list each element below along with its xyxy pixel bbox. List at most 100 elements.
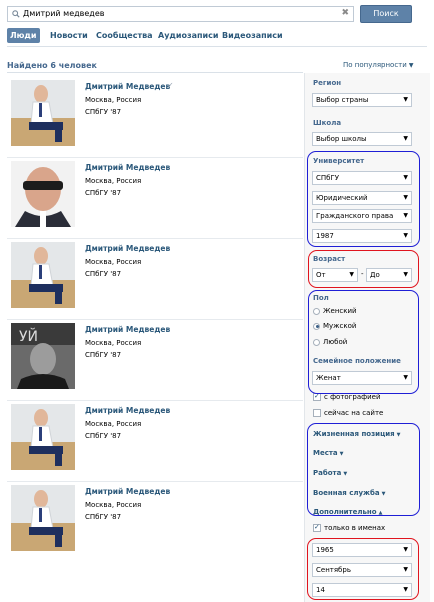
chevron-down-icon: ▼ xyxy=(339,451,344,457)
user-name-link[interactable]: Дмитрий Медведев xyxy=(85,406,170,415)
row-divider xyxy=(7,400,303,401)
chevron-down-icon: ▼ xyxy=(403,174,408,181)
sort-dropdown[interactable]: По популярности ▼ xyxy=(343,61,413,69)
user-name-link[interactable]: Дмитрий Медведев xyxy=(85,487,170,496)
age-to-value: До xyxy=(370,271,380,279)
names-only-label: только в именах xyxy=(324,524,386,532)
gender-option-label: Любой xyxy=(323,338,348,346)
search-icon xyxy=(12,10,20,18)
tabs-divider xyxy=(7,46,427,47)
gender-option-female[interactable]: Женский xyxy=(313,307,357,315)
gender-option-label: Мужской xyxy=(323,322,357,330)
faculty-select[interactable]: Юридический ▼ xyxy=(312,191,412,205)
user-name-link[interactable]: Дмитрий Медведев xyxy=(85,325,170,334)
school-value: Выбор школы xyxy=(316,135,367,143)
marital-status-label: Семейное положение xyxy=(313,357,401,365)
svg-text:УЙ: УЙ xyxy=(19,327,38,345)
chevron-down-icon: ▼ xyxy=(403,271,408,278)
places-label: Места xyxy=(313,449,338,457)
age-to-select[interactable]: До ▼ xyxy=(366,268,412,282)
online-now-checkbox[interactable]: сейчас на сайте xyxy=(313,409,383,417)
tab-news[interactable]: Новости xyxy=(50,28,88,43)
avatar[interactable] xyxy=(11,80,75,146)
user-city: Москва, Россия xyxy=(85,501,142,509)
chevron-down-icon: ▼ xyxy=(381,491,386,497)
checkbox-checked-icon xyxy=(313,523,321,532)
row-divider xyxy=(7,157,303,158)
tab-communities[interactable]: Сообщества xyxy=(96,28,153,43)
tab-video[interactable]: Видеозаписи xyxy=(222,28,283,43)
gender-label: Пол xyxy=(313,294,329,302)
birth-month-value: Сентябрь xyxy=(316,566,351,574)
user-university: СПбГУ '87 xyxy=(85,189,122,197)
user-university: СПбГУ '87 xyxy=(85,432,122,440)
radio-checked-icon xyxy=(313,322,320,330)
age-range-dash: - xyxy=(361,270,364,278)
age-label: Возраст xyxy=(313,255,346,263)
results-count: Найдено 6 человек xyxy=(7,61,97,70)
age-from-select[interactable]: От ▼ xyxy=(312,268,358,282)
work-toggle[interactable]: Работа ▼ xyxy=(313,469,347,477)
avatar[interactable] xyxy=(11,161,75,227)
names-only-checkbox[interactable]: только в именах xyxy=(313,523,386,532)
military-service-toggle[interactable]: Военная служба ▼ xyxy=(313,489,386,497)
school-select[interactable]: Выбор школы ▼ xyxy=(312,132,412,146)
gender-option-male[interactable]: Мужской xyxy=(313,322,356,330)
chevron-up-icon: ▲ xyxy=(378,510,383,516)
additional-label: Дополнительно xyxy=(313,508,377,516)
birth-year-select[interactable]: 1965 ▼ xyxy=(312,543,412,557)
search-input[interactable]: Дмитрий медведев ✖ xyxy=(7,6,354,22)
graduation-year-select[interactable]: 1987 ▼ xyxy=(312,229,412,243)
tab-audio[interactable]: Аудиозаписи xyxy=(158,28,219,43)
checkbox-checked-icon xyxy=(313,392,321,401)
region-label: Регион xyxy=(313,79,342,87)
user-university: СПбГУ '87 xyxy=(85,270,122,278)
row-divider xyxy=(7,319,303,320)
avatar[interactable] xyxy=(11,404,75,470)
user-name-link[interactable]: Дмитрий Медведев xyxy=(85,163,170,172)
birth-year-value: 1965 xyxy=(316,546,334,554)
gender-option-any[interactable]: Любой xyxy=(313,338,347,346)
row-divider xyxy=(7,481,303,482)
university-value: СПбГУ xyxy=(316,174,340,182)
close-icon[interactable]: ✖ xyxy=(341,8,349,18)
faculty-value: Юридический xyxy=(316,194,368,202)
region-select[interactable]: Выбор страны ▼ xyxy=(312,93,412,107)
radio-icon xyxy=(313,307,320,315)
chevron-down-icon: ▼ xyxy=(396,432,401,438)
with-photo-label: с фотографией xyxy=(324,393,381,401)
user-city: Москва, Россия xyxy=(85,420,142,428)
life-position-toggle[interactable]: Жизненная позиция ▼ xyxy=(313,430,401,438)
user-city: Москва, Россия xyxy=(85,96,142,104)
university-select[interactable]: СПбГУ ▼ xyxy=(312,171,412,185)
department-select[interactable]: Гражданского права ▼ xyxy=(312,209,412,223)
user-city: Москва, Россия xyxy=(85,177,142,185)
user-university: СПбГУ '87 xyxy=(85,513,122,521)
search-button[interactable]: Поиск xyxy=(360,5,412,23)
military-service-label: Военная служба xyxy=(313,489,380,497)
user-name-link[interactable]: Дмитрий Медведев xyxy=(85,82,170,91)
results-divider xyxy=(7,72,303,73)
with-photo-checkbox[interactable]: с фотографией xyxy=(313,392,381,401)
user-city: Москва, Россия xyxy=(85,258,142,266)
chevron-down-icon: ▼ xyxy=(403,96,408,103)
avatar[interactable] xyxy=(11,485,75,551)
avatar[interactable]: УЙ xyxy=(11,323,75,389)
birth-day-select[interactable]: 14 ▼ xyxy=(312,583,412,597)
avatar[interactable] xyxy=(11,242,75,308)
user-name-link[interactable]: Дмитрий Медведев xyxy=(85,244,170,253)
radio-icon xyxy=(313,338,320,346)
additional-toggle[interactable]: Дополнительно ▲ xyxy=(313,508,382,516)
online-now-label: сейчас на сайте xyxy=(324,409,384,417)
places-toggle[interactable]: Места ▼ xyxy=(313,449,344,457)
chevron-down-icon: ▼ xyxy=(408,62,414,69)
verified-check-icon: ✓ xyxy=(167,81,174,90)
marital-status-select[interactable]: Женат ▼ xyxy=(312,371,412,385)
checkbox-icon xyxy=(313,409,321,417)
chevron-down-icon: ▼ xyxy=(403,546,408,553)
tab-people[interactable]: Люди xyxy=(7,28,40,43)
chevron-down-icon: ▼ xyxy=(403,586,408,593)
life-position-label: Жизненная позиция xyxy=(313,430,395,438)
chevron-down-icon: ▼ xyxy=(403,232,408,239)
birth-month-select[interactable]: Сентябрь ▼ xyxy=(312,563,412,577)
